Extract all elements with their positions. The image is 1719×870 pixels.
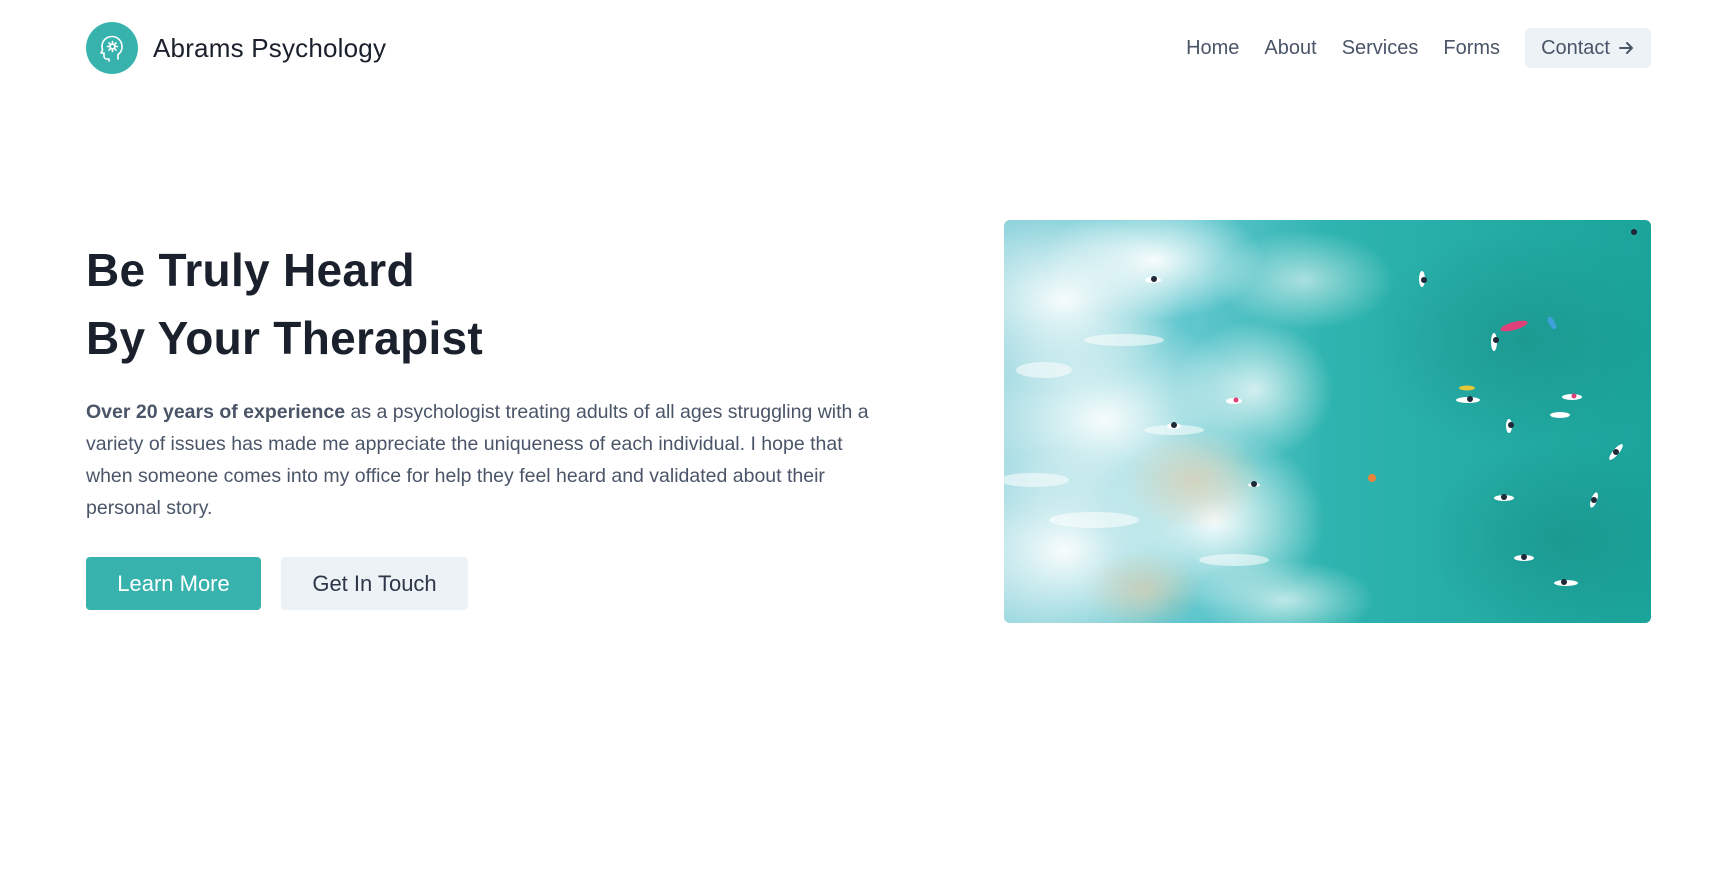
get-in-touch-button[interactable]: Get In Touch [281,557,468,610]
brain-head-icon [86,22,138,74]
hero-description-bold: Over 20 years of experience [86,401,346,423]
brand[interactable]: Abrams Psychology [86,22,386,74]
hero-title-line-1: Be Truly Heard [86,244,415,296]
hero-image-ocean-surfers [1004,220,1651,623]
hero-buttons: Learn More Get In Touch [86,557,468,610]
nav-services[interactable]: Services [1342,28,1419,68]
learn-more-button[interactable]: Learn More [86,557,261,610]
arrow-right-icon [1619,42,1633,54]
hero-title-line-2: By Your Therapist [86,312,484,364]
contact-button[interactable]: Contact [1525,28,1651,68]
hero-title: Be Truly Heard By Your Therapist [86,236,886,372]
nav-home[interactable]: Home [1186,28,1239,68]
site-header: Abrams Psychology Home About Services Fo… [0,0,1719,100]
nav-about[interactable]: About [1264,28,1316,68]
brand-name: Abrams Psychology [153,32,387,63]
nav-forms[interactable]: Forms [1443,28,1500,68]
hero-description: Over 20 years of experience as a psychol… [86,396,886,524]
hero-section: Be Truly Heard By Your Therapist Over 20… [86,236,886,524]
main-nav: Home About Services Forms Contact [1186,28,1651,68]
contact-button-label: Contact [1541,36,1610,59]
